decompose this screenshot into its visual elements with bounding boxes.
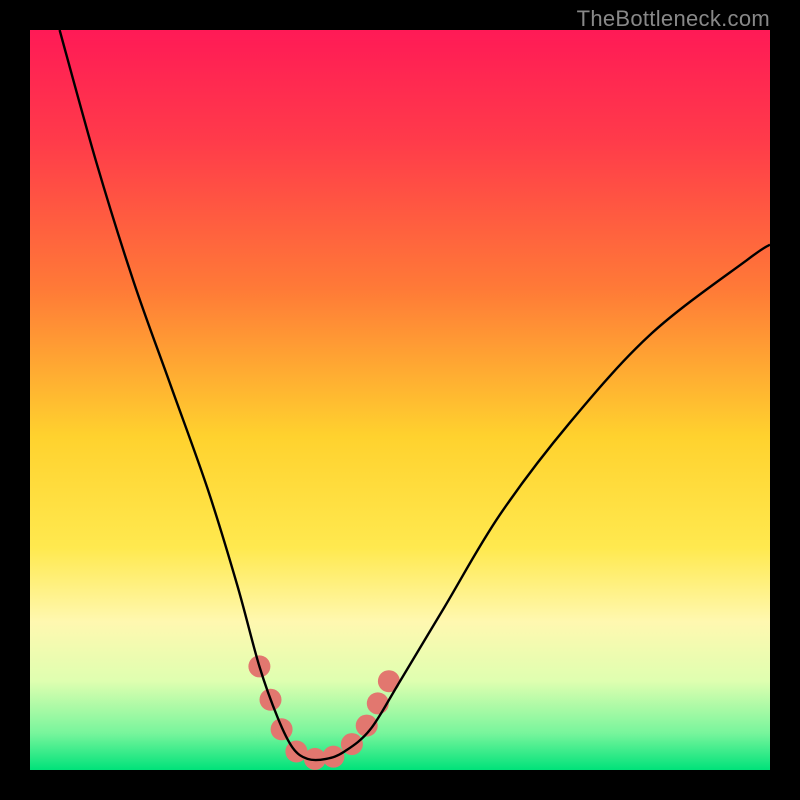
watermark-text: TheBottleneck.com — [577, 6, 770, 32]
chart-plot-area — [30, 30, 770, 770]
chart-background — [30, 30, 770, 770]
bottleneck-marker — [367, 692, 389, 714]
chart-svg — [30, 30, 770, 770]
